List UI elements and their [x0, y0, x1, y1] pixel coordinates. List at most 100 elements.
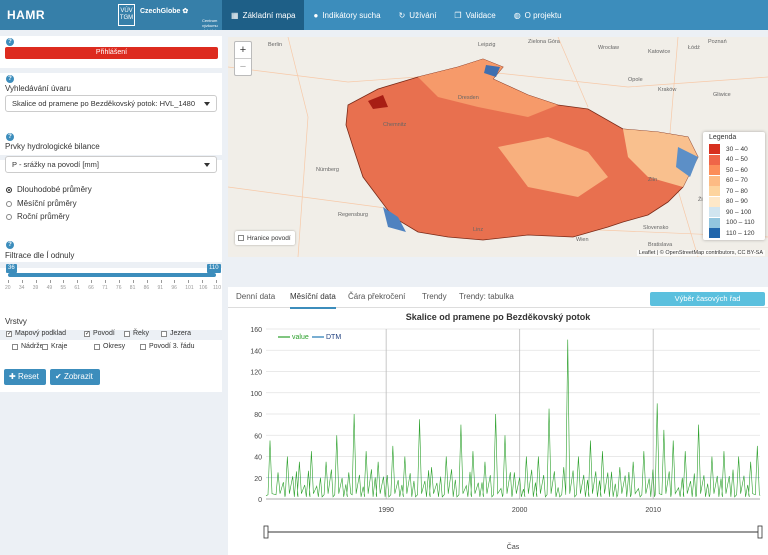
map-place-label: Bratislava	[648, 242, 673, 248]
line-chart[interactable]: 0 20 40 60 80 100 120 140 160 1990 2000 2010 value DT…	[228, 309, 768, 554]
checkbox[interactable]	[42, 343, 48, 350]
map-place-label: Nürnberg	[316, 167, 339, 173]
legend-label: 50 – 60	[726, 166, 748, 174]
slider-tick	[8, 280, 9, 283]
help-icon[interactable]: ?	[6, 75, 14, 83]
period-radio-monthly[interactable]: Měsíční průměry	[6, 199, 77, 208]
layer-label: Okresy	[103, 343, 126, 350]
legend-entry: 70 – 80	[709, 186, 748, 196]
chart-tab-2[interactable]: Čára překročení	[348, 290, 405, 307]
slider-tick	[63, 280, 65, 283]
layer-checkbox-6[interactable]: Okresy	[94, 343, 125, 350]
map-place-label: Berlin	[268, 42, 283, 48]
legend-swatch	[709, 154, 720, 165]
chart-tab-0[interactable]: Denní data	[236, 290, 275, 307]
radio-dot[interactable]	[6, 200, 12, 207]
chart-tab-3[interactable]: Trendy	[422, 290, 447, 307]
slider-max-badge[interactable]: 110	[207, 264, 221, 273]
login-button[interactable]: Přihlášení	[5, 47, 218, 59]
y-tick-label: 20	[254, 476, 262, 483]
slider-tick-label: 61	[74, 285, 80, 291]
balance-value: P - srážky na povodí [mm]	[12, 160, 99, 169]
map-place-label: Leipzig	[478, 42, 496, 48]
layer-checkbox-1[interactable]: ✓ Povodí	[84, 330, 115, 337]
legend-label: 30 – 40	[726, 145, 748, 153]
map-view[interactable]: Berlin Wrocław Katowice Opole Kraków Leipzig D…	[228, 37, 768, 257]
range-slider[interactable]	[8, 273, 216, 277]
checkbox[interactable]	[12, 343, 18, 350]
legend-label: 110 – 120	[726, 229, 755, 237]
legend-swatch	[709, 196, 720, 207]
map-place-label: Kraków	[658, 87, 677, 93]
checkbox[interactable]	[94, 343, 100, 350]
map-canvas[interactable]	[228, 37, 768, 257]
search-select[interactable]: Skalice od pramene po Bezděkovský potok:…	[5, 95, 217, 112]
layer-label: Jezera	[170, 330, 192, 337]
legend-swatch	[709, 144, 720, 154]
search-label: Vyhledávání úvaru	[5, 84, 71, 93]
layer-checkbox-0[interactable]: ✓ Mapový podklad	[6, 330, 66, 337]
drop-icon: ●	[313, 10, 319, 20]
period-radio-longterm[interactable]: Dlouhodobé průměry	[6, 185, 92, 194]
search-value: Skalice od pramene po Bezděkovský potok:…	[12, 99, 196, 108]
layer-checkbox-2[interactable]: Řeky	[124, 330, 149, 337]
help-icon[interactable]: ?	[6, 133, 14, 141]
map-place-label: Zielona Góra	[528, 39, 560, 45]
period-radio-yearly[interactable]: Roční průměry	[6, 212, 69, 221]
nav-item-0[interactable]: ▦ Základní mapa	[222, 0, 305, 30]
series-line-value	[265, 339, 761, 498]
radio-dot[interactable]	[6, 186, 12, 193]
chart-tab-1[interactable]: Měsíční data	[290, 290, 336, 309]
slider-tick-label: 96	[171, 285, 177, 291]
layer-checkbox-7[interactable]: Povodí 3. řádu	[140, 343, 195, 350]
zoom-out-button[interactable]: −	[235, 59, 251, 75]
checkbox[interactable]	[124, 330, 130, 337]
slider-tick	[174, 280, 176, 283]
nav-item-label: Základní mapa	[242, 10, 296, 20]
help-icon[interactable]: ?	[6, 38, 14, 46]
app-title[interactable]: HAMR	[7, 8, 45, 22]
layer-label: Řeky	[133, 330, 149, 337]
filter-panel	[0, 268, 222, 330]
layer-checkbox-4[interactable]: Nádrže	[12, 343, 44, 350]
balance-select[interactable]: P - srážky na povodí [mm]	[5, 156, 217, 173]
checkbox[interactable]: ✓	[6, 330, 12, 337]
nav-item-4[interactable]: ◍ O projektu	[505, 0, 571, 30]
checkbox[interactable]	[238, 235, 244, 241]
layer-checkbox-3[interactable]: Jezera	[161, 330, 191, 337]
y-tick-label: 140	[250, 348, 262, 355]
legend-swatch	[709, 186, 720, 196]
help-icon[interactable]: ?	[6, 241, 14, 249]
nav-item-2[interactable]: ↻ Užívání	[390, 0, 446, 30]
chart-tab-4[interactable]: Trendy: tabulka	[459, 290, 514, 307]
slider-min-badge[interactable]: 36	[6, 264, 17, 273]
zoom-in-button[interactable]: +	[235, 42, 251, 59]
slider-tick-label: 101	[185, 285, 194, 291]
checkbox[interactable]	[140, 343, 146, 350]
select-series-button[interactable]: Výběr časových řad	[650, 292, 765, 306]
slider-tick	[118, 280, 120, 283]
show-button[interactable]: ✔ Zobrazit	[50, 369, 100, 385]
map-attribution[interactable]: Leaflet | © OpenStreetMap contributors, …	[636, 250, 765, 256]
layer-checkbox-5[interactable]: Kraje	[42, 343, 67, 350]
vuv-logo[interactable]: VÚV TGM	[118, 4, 135, 26]
balance-panel	[0, 160, 222, 262]
basin-border-toggle[interactable]: Hranice povodí	[235, 231, 295, 245]
radio-dot[interactable]	[6, 213, 12, 220]
legend-label: 100 – 110	[726, 219, 755, 226]
map-place-label: Opole	[628, 77, 643, 83]
slider-tick-label: 39	[32, 285, 39, 291]
legend-entry: 40 – 50	[709, 154, 748, 165]
layer-label: Povodí	[93, 330, 115, 337]
nav-item-1[interactable]: ● Indikátory sucha	[304, 0, 389, 30]
slider-tick	[132, 280, 134, 283]
nav-item-3[interactable]: ❐ Validace	[445, 0, 504, 30]
reset-button[interactable]: ✚ Reset	[4, 369, 46, 385]
czechglobe-logo[interactable]: CzechGlobe ✿	[140, 7, 188, 15]
checkbox[interactable]: ✓	[84, 330, 90, 337]
x-tick-label: 2000	[512, 507, 528, 514]
checkbox[interactable]	[161, 330, 167, 337]
slider-tick-label: 86	[143, 285, 150, 291]
slider-tick-label: 20	[5, 285, 11, 291]
legend-swatch	[709, 207, 720, 217]
